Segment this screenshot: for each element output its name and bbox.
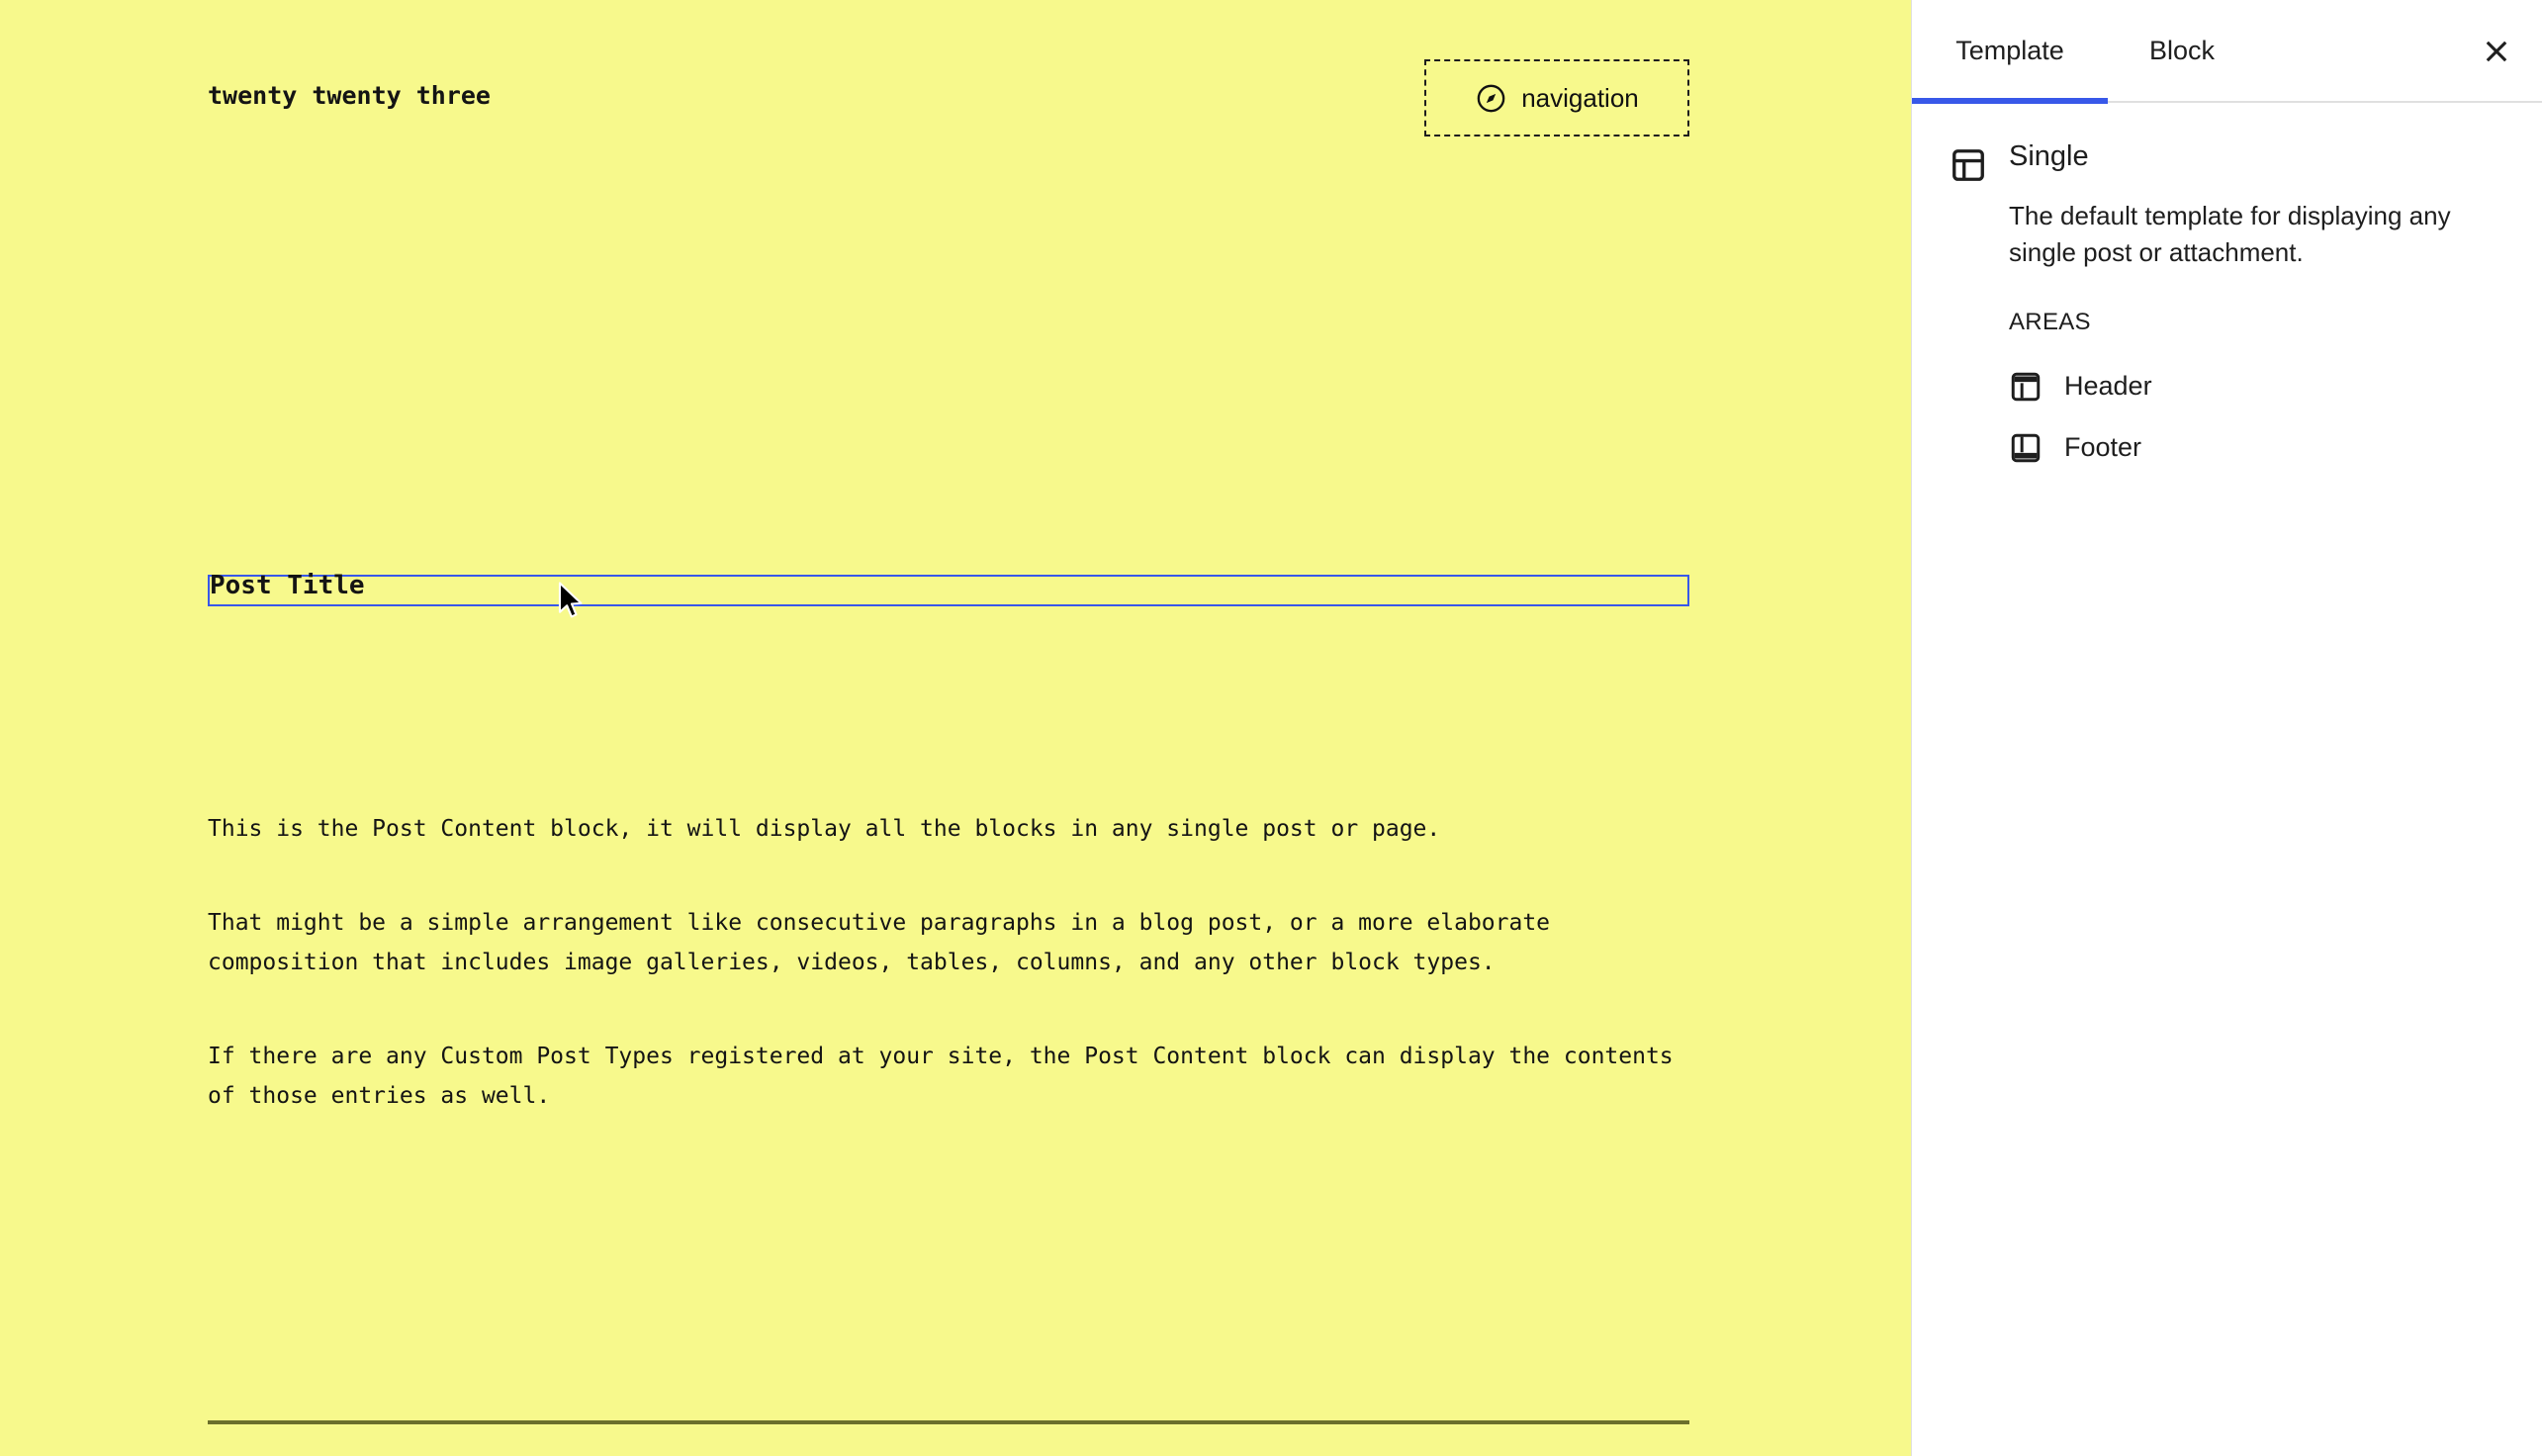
layout-single-icon bbox=[1952, 149, 1984, 181]
template-name: Single bbox=[2009, 140, 2089, 172]
areas-heading: AREAS bbox=[2009, 308, 2091, 335]
template-summary: Single bbox=[1950, 138, 2504, 184]
navigation-block[interactable]: navigation bbox=[1424, 59, 1689, 136]
post-content-block[interactable]: This is the Post Content block, it will … bbox=[208, 809, 1691, 1116]
tab-block[interactable]: Block bbox=[2108, 0, 2256, 102]
post-content-paragraph: That might be a simple arrangement like … bbox=[208, 910, 1551, 975]
content-separator bbox=[208, 1420, 1689, 1424]
areas-list: Header Footer bbox=[2009, 356, 2504, 479]
tab-template[interactable]: Template bbox=[1912, 0, 2108, 104]
compass-icon bbox=[1477, 84, 1505, 112]
template-panel: Single The default template for displayi… bbox=[1912, 103, 2542, 479]
template-preview: twenty twenty three navigation Post Titl… bbox=[0, 0, 1911, 1456]
navigation-block-label: navigation bbox=[1521, 83, 1639, 113]
post-title-block[interactable]: Post Title bbox=[208, 571, 1689, 606]
editor-canvas[interactable]: twenty twenty three navigation Post Titl… bbox=[0, 0, 1911, 1456]
area-item-header[interactable]: Header bbox=[2009, 356, 2504, 417]
area-label: Footer bbox=[2064, 432, 2142, 463]
template-description: The default template for displaying any … bbox=[2009, 201, 2451, 267]
close-icon bbox=[2486, 41, 2507, 62]
area-item-footer[interactable]: Footer bbox=[2009, 417, 2504, 479]
header-area-icon bbox=[2011, 372, 2041, 402]
area-label: Header bbox=[2064, 371, 2152, 402]
close-sidebar-button[interactable] bbox=[2471, 26, 2522, 77]
site-editor: twenty twenty three navigation Post Titl… bbox=[0, 0, 2542, 1456]
template-header-area[interactable]: twenty twenty three navigation bbox=[208, 59, 1689, 136]
footer-area-icon bbox=[2011, 433, 2041, 463]
post-content-paragraph: This is the Post Content block, it will … bbox=[208, 816, 1441, 842]
sidebar-tabbar: Template Block bbox=[1912, 0, 2542, 104]
settings-sidebar: Template Block Single The default templa… bbox=[1911, 0, 2542, 1456]
post-content-paragraph: If there are any Custom Post Types regis… bbox=[208, 1044, 1674, 1109]
post-title-text[interactable]: Post Title bbox=[210, 570, 365, 601]
site-title[interactable]: twenty twenty three bbox=[208, 81, 491, 110]
